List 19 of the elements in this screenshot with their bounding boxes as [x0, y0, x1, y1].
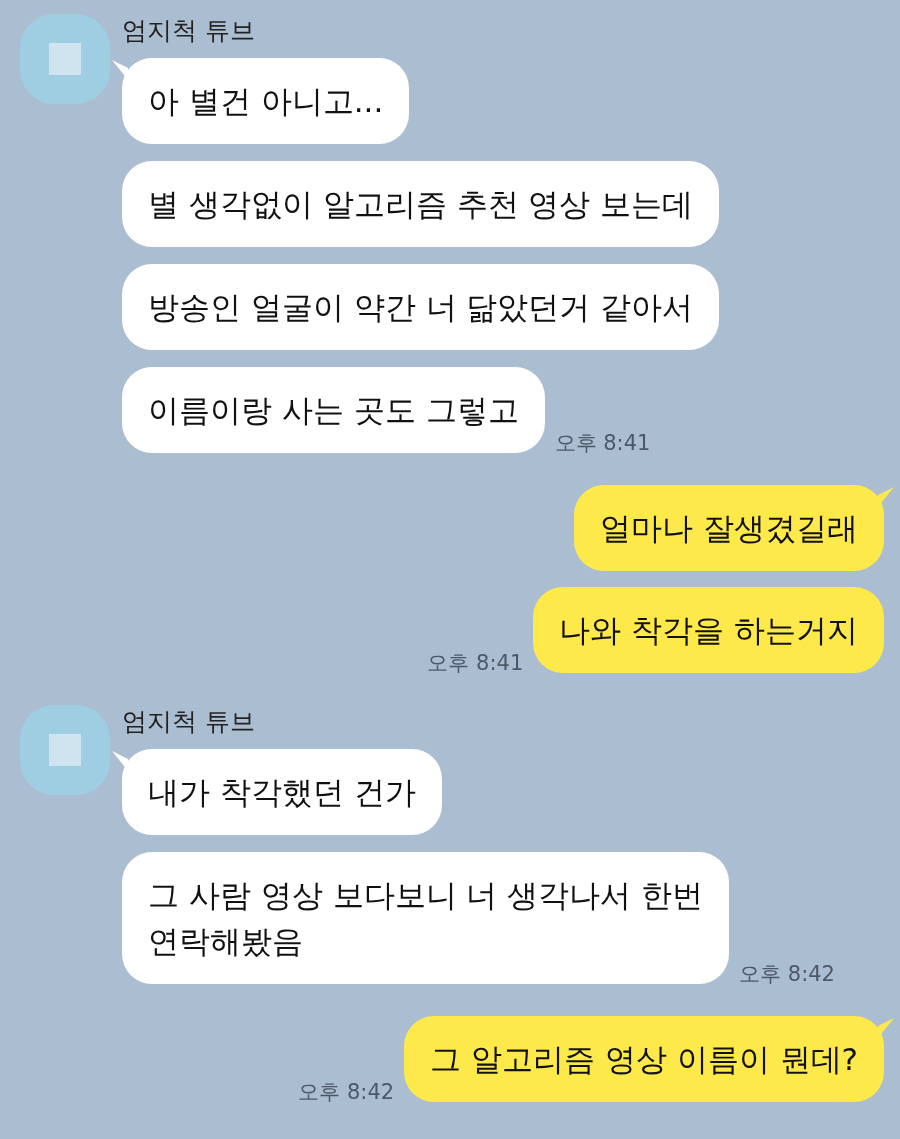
timestamp: 오후 8:42 — [739, 961, 835, 988]
sender-name: 엄지척 튜브 — [122, 706, 256, 738]
message-bubble: 그 알고리즘 영상 이름이 뭔데? — [404, 1016, 884, 1102]
avatar[interactable] — [20, 14, 110, 104]
message-bubble: 그 사람 영상 보다보니 너 생각나서 한번 연락해봤음 — [122, 852, 730, 984]
message-bubble: 방송인 얼굴이 약간 너 닮았던거 같아서 — [122, 264, 720, 350]
placeholder-square-icon — [49, 734, 81, 766]
message-bubble: 이름이랑 사는 곳도 그렇고 — [122, 367, 545, 453]
message-bubble: 내가 착각했던 건가 — [122, 749, 442, 835]
sender-name: 엄지척 튜브 — [122, 15, 256, 47]
avatar[interactable] — [20, 705, 110, 795]
timestamp: 오후 8:41 — [554, 430, 651, 457]
message-bubble: 나와 착각을 하는거지 — [533, 587, 884, 673]
message-bubble: 아 별건 아니고... — [122, 58, 410, 144]
placeholder-square-icon — [49, 43, 81, 75]
timestamp: 오후 8:41 — [427, 650, 524, 677]
message-bubble: 별 생각없이 알고리즘 추천 영상 보는데 — [122, 161, 720, 247]
message-bubble: 얼마나 잘생겼길래 — [574, 485, 884, 571]
timestamp: 오후 8:42 — [298, 1079, 395, 1106]
